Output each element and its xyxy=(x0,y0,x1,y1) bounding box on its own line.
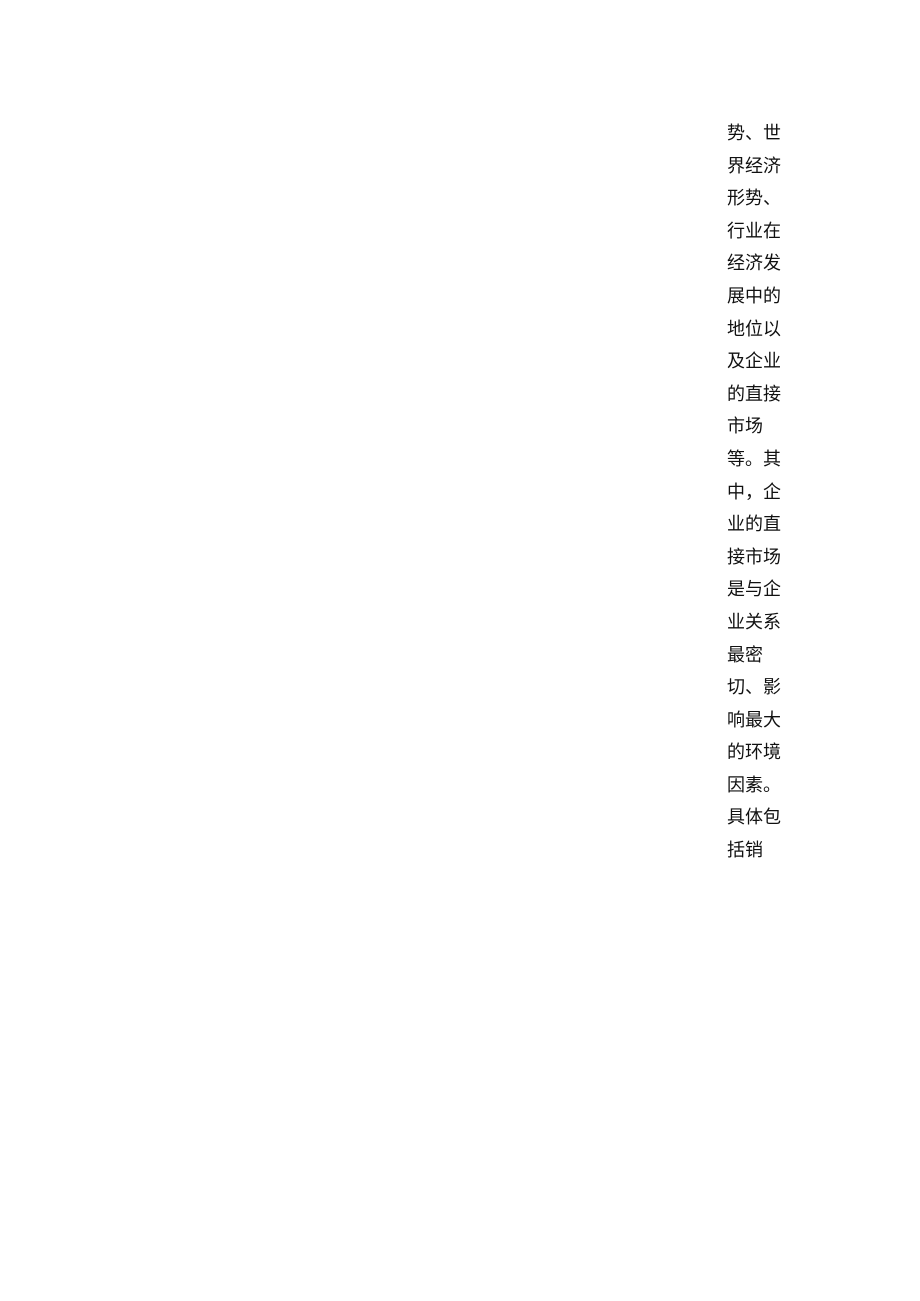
text-line: 因素。 xyxy=(727,774,781,796)
text-line: 界经济 xyxy=(727,155,781,177)
text-line: 最密 xyxy=(727,644,763,666)
text-line: 等。其 xyxy=(727,448,781,470)
text-line: 形势、 xyxy=(727,188,781,210)
text-line: 的直接 xyxy=(727,383,781,405)
text-line: 接市场 xyxy=(727,546,781,568)
narrow-text-column: 势、世 界经济 形势、 行业在 经济发 展中的 地位以 及企业 的直接 市场 等… xyxy=(727,118,787,868)
text-line: 括销 xyxy=(727,840,763,862)
text-line: 经济发 xyxy=(727,253,781,275)
text-line: 切、影 xyxy=(727,677,781,699)
text-line: 行业在 xyxy=(727,220,781,242)
text-line: 业的直 xyxy=(727,514,781,536)
text-line: 展中的 xyxy=(727,285,781,307)
text-line: 是与企 xyxy=(727,579,781,601)
text-line: 市场 xyxy=(727,416,763,438)
text-line: 业关系 xyxy=(727,611,781,633)
text-line: 及企业 xyxy=(727,351,781,373)
text-line: 势、世 xyxy=(727,123,781,144)
text-line: 具体包 xyxy=(727,807,781,829)
text-line: 地位以 xyxy=(727,318,781,340)
text-line: 响最大 xyxy=(727,709,781,731)
text-line: 中，企 xyxy=(727,481,781,503)
document-page: 势、世 界经济 形势、 行业在 经济发 展中的 地位以 及企业 的直接 市场 等… xyxy=(0,0,920,1301)
text-line: 的环境 xyxy=(727,742,781,764)
